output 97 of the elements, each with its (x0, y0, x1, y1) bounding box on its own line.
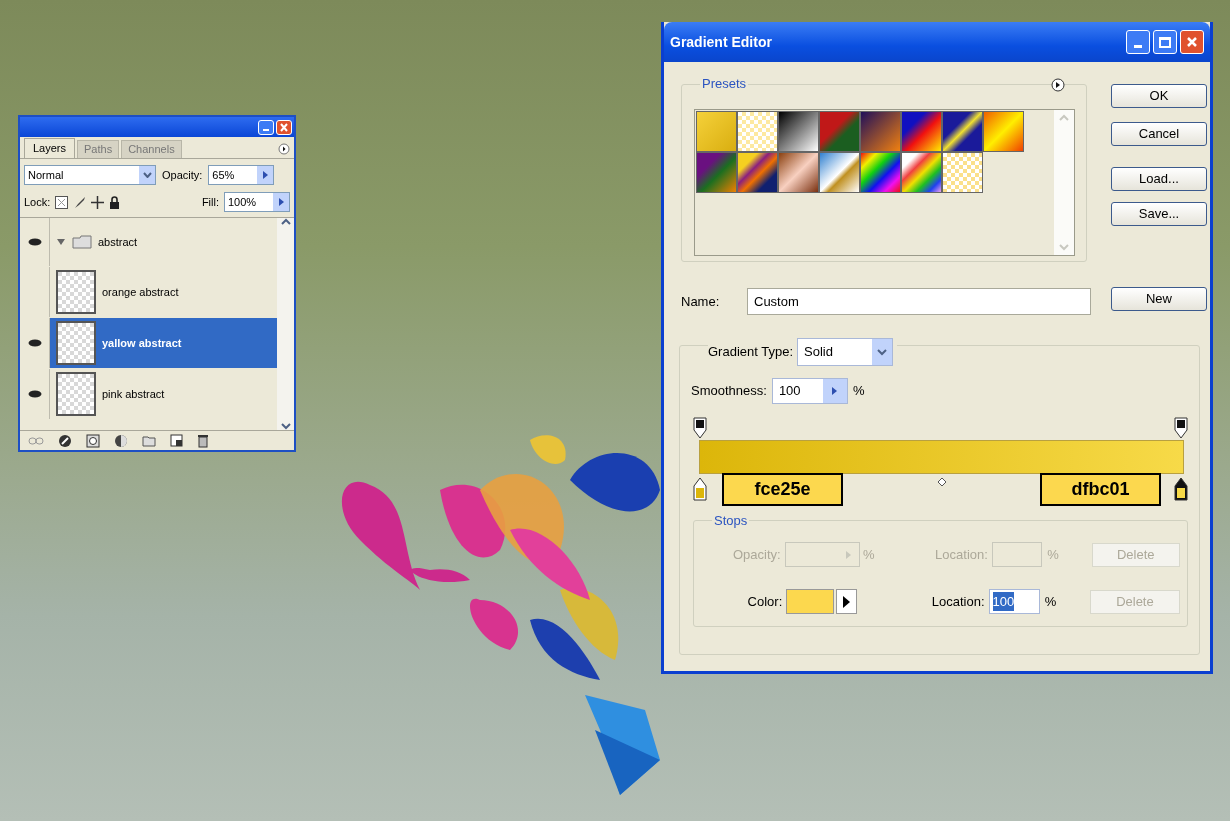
color-label: Color: (746, 592, 784, 611)
picker-arrow-button[interactable] (836, 589, 858, 614)
eye-icon (27, 339, 42, 347)
new-button[interactable]: New (1111, 287, 1207, 311)
gradient-preset-swatch[interactable] (942, 111, 983, 152)
dialog-button[interactable]: Save... (1111, 202, 1207, 226)
layer-row[interactable]: orange abstract (50, 267, 277, 317)
name-value: Custom (754, 292, 799, 311)
opacity-field[interactable]: 65% (208, 165, 275, 185)
gradient-preset-swatch[interactable] (819, 152, 860, 193)
field-value: 100 (778, 382, 801, 401)
folder-icon (72, 235, 92, 249)
close-button[interactable] (1180, 30, 1204, 54)
location-field[interactable]: 100 (988, 589, 1040, 614)
maximize-button[interactable] (1153, 30, 1177, 54)
name-label: Name: (681, 292, 721, 311)
gradient-preset-swatch[interactable] (942, 152, 983, 193)
percent-label: % (1046, 545, 1060, 564)
fill-field[interactable]: 100% (224, 192, 290, 212)
layer-name: orange abstract (102, 284, 179, 300)
layer-name: pink abstract (102, 386, 165, 402)
blend-mode-dropdown[interactable]: Normal (24, 165, 156, 185)
opacity-stop-icon[interactable] (1174, 417, 1188, 439)
scroll-up-icon[interactable] (280, 218, 291, 226)
gradient-type-dropdown[interactable]: Solid (797, 338, 894, 366)
move-icon[interactable] (91, 195, 105, 209)
stops-label: Stops (712, 513, 750, 529)
dialog-title: Gradient Editor (670, 32, 773, 52)
percent-label: % (852, 382, 865, 401)
expand-triangle-icon[interactable] (56, 238, 66, 246)
gradient-preset-swatch[interactable] (860, 152, 901, 193)
scroll-down-icon[interactable] (280, 422, 291, 430)
gradient-preset-swatch[interactable] (901, 152, 942, 193)
percent-label: % (862, 545, 875, 564)
layer-name: abstract (98, 234, 138, 250)
name-field[interactable]: Custom (747, 288, 1091, 315)
opacity-label: Opacity: (732, 545, 782, 564)
gradient-preset-swatch[interactable] (860, 111, 901, 152)
gradient-preset-swatch[interactable] (696, 111, 737, 152)
percent-label: % (1043, 592, 1058, 611)
gradient-preset-swatch[interactable] (778, 111, 819, 152)
eye-icon (27, 238, 42, 246)
lock-icon[interactable] (109, 195, 121, 209)
minimize-button[interactable] (258, 119, 274, 135)
stepper-arrow-icon (846, 550, 851, 559)
gradient-preset-swatch[interactable] (737, 111, 778, 152)
smoothness-label: Smoothness: (691, 382, 767, 401)
play-arrow-icon (843, 595, 851, 608)
field-value: 100 (992, 591, 1015, 612)
opacity-stop-icon[interactable] (693, 417, 707, 439)
opacity-field[interactable] (784, 542, 860, 567)
scrollbar[interactable] (277, 218, 294, 430)
layer-thumbnail (56, 321, 96, 365)
gradient-preset-swatch[interactable] (737, 152, 778, 193)
gradient-preset-swatch[interactable] (819, 111, 860, 152)
minimize-button[interactable] (1126, 30, 1150, 54)
layer-name: yallow abstract (102, 335, 182, 351)
opacity-label: Opacity: (162, 167, 203, 183)
annotation-label: dfbc01 (1040, 473, 1161, 506)
blend-mode-value: Normal (28, 167, 64, 183)
close-button[interactable] (276, 119, 292, 135)
color-swatch[interactable] (786, 589, 835, 614)
transparency-lock-icon[interactable] (55, 195, 69, 209)
layer-row[interactable]: pink abstract (50, 369, 277, 419)
dialog-button[interactable]: OK (1111, 84, 1207, 108)
gradient-preset-swatch[interactable] (696, 152, 737, 193)
dropdown-value: Solid (804, 343, 833, 362)
panel-menu-icon[interactable] (278, 143, 290, 155)
annotation-label: fce25e (722, 473, 843, 506)
eye-icon (27, 390, 42, 398)
field-value: 100% (228, 194, 257, 210)
mask-icon[interactable] (86, 433, 100, 448)
close-icon (1185, 35, 1199, 49)
gradient-preset-swatch[interactable] (901, 111, 942, 152)
midpoint-diamond-icon[interactable] (937, 477, 947, 487)
folder-icon[interactable] (142, 434, 156, 447)
gradient-type-label: Gradient Type: (708, 343, 794, 362)
dialog-button[interactable]: Cancel (1111, 122, 1207, 146)
panel-tab[interactable]: Layers (24, 138, 76, 158)
fill-label: Fill: (201, 194, 219, 210)
adjustment-icon[interactable] (114, 433, 128, 448)
layer-row[interactable]: yallow abstract (50, 318, 277, 368)
layer-style-icon[interactable] (58, 433, 72, 448)
lock-label: Lock: (24, 194, 51, 210)
trash-icon[interactable] (197, 433, 209, 448)
location-field[interactable] (991, 542, 1043, 567)
dialog-button[interactable]: Load... (1111, 167, 1207, 191)
location-label: Location: (934, 545, 989, 564)
field-value: 65% (212, 167, 235, 183)
layer-thumbnail (56, 270, 96, 314)
gradient-preset-swatch[interactable] (778, 152, 819, 193)
location-label: Location: (930, 592, 986, 611)
layer-row[interactable]: abstract (50, 218, 277, 266)
gradient-preset-swatch[interactable] (983, 111, 1024, 152)
new-layer-icon[interactable] (170, 434, 183, 447)
layer-thumbnail (56, 372, 96, 416)
smoothness-field[interactable]: 100 (771, 378, 848, 404)
